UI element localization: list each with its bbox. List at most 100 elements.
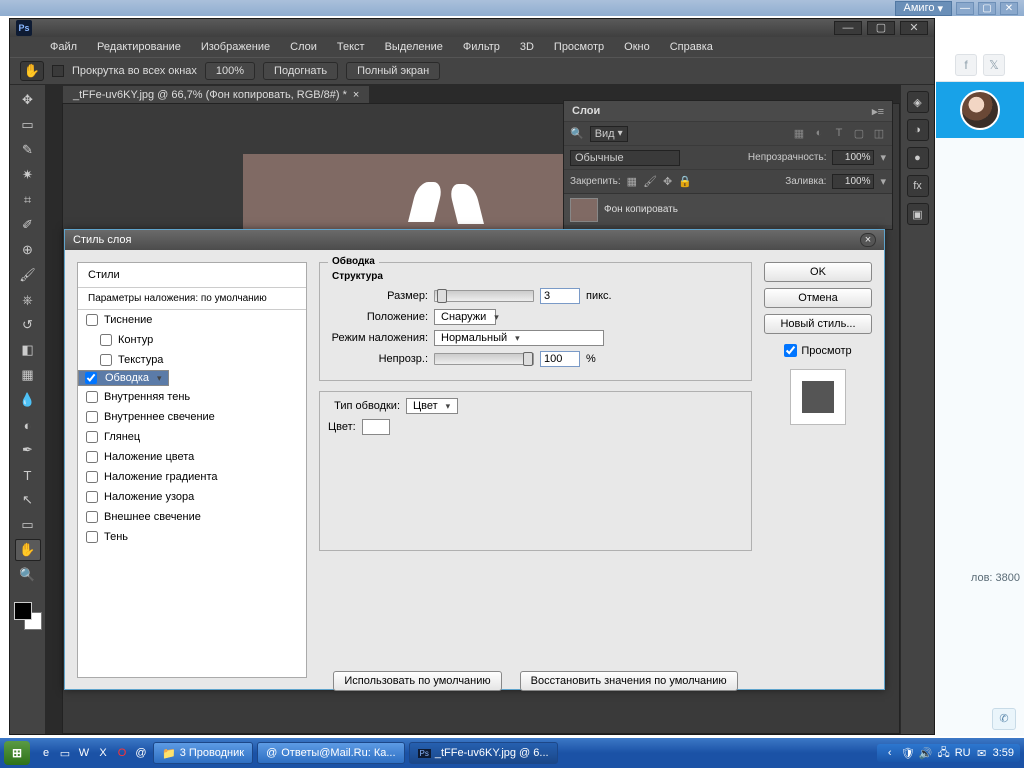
filltype-select[interactable]: Цвет	[406, 398, 458, 414]
effect-pattern-overlay[interactable]: Наложение узора	[78, 487, 306, 507]
eraser-tool-icon[interactable]: ◧	[15, 339, 41, 361]
facebook-icon[interactable]: f	[955, 54, 977, 76]
effect-outer-glow[interactable]: Внешнее свечение	[78, 507, 306, 527]
shape-tool-icon[interactable]: ▭	[15, 514, 41, 536]
menu-layer[interactable]: Слои	[282, 39, 325, 55]
close-tab-icon[interactable]: ×	[353, 89, 359, 101]
effect-contour-checkbox[interactable]	[100, 334, 112, 346]
preview-checkbox[interactable]	[784, 344, 797, 357]
effect-inner-shadow-checkbox[interactable]	[86, 391, 98, 403]
effect-satin-checkbox[interactable]	[86, 431, 98, 443]
fx-panel-icon[interactable]: fx	[907, 175, 929, 197]
browser-close-button[interactable]: ✕	[1000, 2, 1018, 15]
effect-gradient-overlay[interactable]: Наложение градиента	[78, 467, 306, 487]
start-button[interactable]: ⊞	[4, 741, 30, 765]
blend-options-row[interactable]: Параметры наложения: по умолчанию	[78, 288, 306, 310]
heal-tool-icon[interactable]: ⊕	[15, 239, 41, 261]
hand-tool-icon[interactable]: ✋	[20, 61, 44, 81]
system-tray[interactable]: ‹ 🛡 🔊 🖧 RU ✉ 3:59	[877, 744, 1020, 762]
zoom-100-button[interactable]: 100%	[205, 62, 255, 80]
opacity-slider[interactable]	[434, 353, 534, 365]
effect-bevel[interactable]: Тиснение	[78, 310, 306, 330]
history-brush-tool-icon[interactable]: ↺	[15, 314, 41, 336]
tray-msg-icon[interactable]: ✉	[975, 746, 989, 760]
menu-select[interactable]: Выделение	[377, 39, 451, 55]
browser-menu-button[interactable]: Амиго▾	[895, 1, 952, 16]
color-swatches[interactable]	[14, 602, 42, 630]
effect-color-overlay-checkbox[interactable]	[86, 451, 98, 463]
menu-help[interactable]: Справка	[662, 39, 721, 55]
new-style-button[interactable]: Новый стиль...	[764, 314, 872, 334]
full-screen-button[interactable]: Полный экран	[346, 62, 440, 80]
tray-network-icon[interactable]: 🖧	[937, 746, 951, 760]
browser-maximize-button[interactable]: ▢	[978, 2, 996, 15]
path-select-tool-icon[interactable]: ↖	[15, 489, 41, 511]
filter-pixel-icon[interactable]: ▦	[792, 127, 806, 141]
filter-adjust-icon[interactable]: ◐	[812, 127, 826, 141]
menu-image[interactable]: Изображение	[193, 39, 278, 55]
brush-tool-icon[interactable]: 🖌	[15, 264, 41, 286]
effect-pattern-overlay-checkbox[interactable]	[86, 491, 98, 503]
menu-type[interactable]: Текст	[329, 39, 373, 55]
blur-tool-icon[interactable]: 💧	[15, 389, 41, 411]
eyedropper-tool-icon[interactable]: ✐	[15, 214, 41, 236]
slider-thumb[interactable]	[437, 289, 447, 303]
phone-icon[interactable]: ✆	[992, 708, 1016, 730]
tray-volume-icon[interactable]: 🔊	[919, 746, 933, 760]
tray-shield-icon[interactable]: 🛡	[901, 746, 915, 760]
crop-tool-icon[interactable]: ⌗	[15, 189, 41, 211]
dialog-close-button[interactable]: ×	[860, 233, 876, 247]
ps-minimize-button[interactable]: —	[834, 21, 862, 35]
lock-pixels-icon[interactable]: 🖌	[643, 175, 657, 188]
size-slider[interactable]	[434, 290, 534, 302]
fit-screen-button[interactable]: Подогнать	[263, 62, 338, 80]
stamp-tool-icon[interactable]: ⎈	[15, 289, 41, 311]
dialog-titlebar[interactable]: Стиль слоя ×	[65, 230, 884, 250]
layer-kind-dropdown[interactable]: Вид ▾	[590, 126, 628, 142]
effect-drop-shadow-checkbox[interactable]	[86, 531, 98, 543]
lasso-tool-icon[interactable]: ✎	[15, 139, 41, 161]
dodge-tool-icon[interactable]: ◐	[15, 414, 41, 436]
layer-row[interactable]: Фон копировать	[564, 193, 892, 225]
stroke-color-swatch[interactable]	[362, 419, 390, 435]
blend-select[interactable]: Нормальный	[434, 330, 604, 346]
marquee-tool-icon[interactable]: ▭	[15, 114, 41, 136]
make-default-button[interactable]: Использовать по умолчанию	[333, 671, 501, 691]
browser-minimize-button[interactable]: —	[956, 2, 974, 15]
layer-thumbnail[interactable]	[570, 198, 598, 222]
ql-opera-icon[interactable]: O	[114, 745, 130, 761]
ql-desktop-icon[interactable]: ▭	[57, 745, 73, 761]
filter-shape-icon[interactable]: ▢	[852, 127, 866, 141]
fg-color-swatch[interactable]	[14, 602, 32, 620]
tray-clock[interactable]: 3:59	[993, 747, 1014, 759]
tray-lang[interactable]: RU	[955, 747, 971, 759]
effect-inner-shadow[interactable]: Внутренняя тень	[78, 387, 306, 407]
lock-position-icon[interactable]: ✥	[663, 175, 672, 188]
ql-mail-icon[interactable]: @	[133, 745, 149, 761]
preview-checkbox-row[interactable]: Просмотр	[764, 344, 872, 357]
task-photoshop[interactable]: Ps_tFFe-uv6KY.jpg @ 6...	[409, 742, 558, 764]
effect-bevel-checkbox[interactable]	[86, 314, 98, 326]
opacity-field[interactable]: 100%	[832, 150, 874, 165]
ql-ie-icon[interactable]: e	[38, 745, 54, 761]
chevron-down-icon[interactable]: ▾	[880, 151, 886, 164]
lock-all-icon[interactable]: 🔒	[678, 175, 692, 188]
blend-mode-dropdown[interactable]: Обычные	[570, 150, 680, 166]
lock-transparency-icon[interactable]: ▦	[627, 175, 637, 188]
ql-word-icon[interactable]: W	[76, 745, 92, 761]
task-explorer[interactable]: 📁3 Проводник	[153, 742, 253, 764]
tray-expand-icon[interactable]: ‹	[883, 746, 897, 760]
ok-button[interactable]: OK	[764, 262, 872, 282]
opacity-input[interactable]	[540, 351, 580, 367]
gradient-tool-icon[interactable]: ▦	[15, 364, 41, 386]
effect-gradient-overlay-checkbox[interactable]	[86, 471, 98, 483]
menu-view[interactable]: Просмотр	[546, 39, 612, 55]
layers-panel-header[interactable]: Слои ▸≡	[564, 101, 892, 121]
effect-texture-checkbox[interactable]	[100, 354, 112, 366]
wand-tool-icon[interactable]: ✷	[15, 164, 41, 186]
effect-drop-shadow[interactable]: Тень	[78, 527, 306, 547]
fill-field[interactable]: 100%	[832, 174, 874, 189]
menu-filter[interactable]: Фильтр	[455, 39, 508, 55]
position-select[interactable]: Снаружи	[434, 309, 496, 325]
ps-maximize-button[interactable]: ▢	[867, 21, 895, 35]
